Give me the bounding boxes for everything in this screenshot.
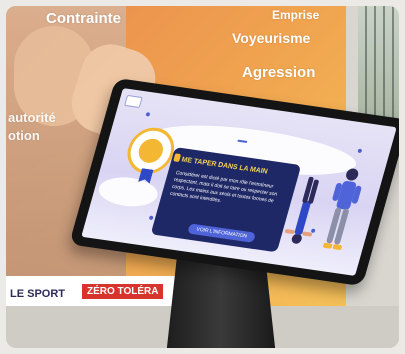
poster-tolerance-banner: ZÉRO TOLÉRA — [82, 284, 164, 299]
poster-word-4: Agression — [242, 64, 316, 81]
hand-icon — [173, 153, 182, 163]
poster-word-3: Voyeurisme — [232, 30, 311, 46]
panel-body-text: Considérer est dicté par mon rôle l'entr… — [169, 169, 278, 205]
poster-word-1: Contrainte — [46, 10, 121, 27]
poster-word-6: otion — [8, 128, 40, 143]
app-logo — [124, 94, 143, 109]
decor-dot — [148, 215, 154, 221]
kiosk-screen: ME TAPER DANS LA MAIN Considérer est dic… — [81, 88, 397, 276]
poster-word-2: Emprise — [272, 8, 320, 22]
decor-dot — [357, 148, 363, 154]
screen-cloud — [95, 173, 162, 210]
poster-sport-text: LE SPORT — [10, 288, 66, 300]
more-info-button[interactable]: VOIR L'INFORMATION — [187, 223, 256, 243]
info-panel: ME TAPER DANS LA MAIN Considérer est dic… — [150, 147, 302, 253]
poster-word-5: autorité — [8, 110, 56, 125]
medal-center — [135, 137, 166, 165]
decor-dot — [145, 112, 151, 117]
photo-frame: Contrainte Emprise Voyeurisme Agression … — [6, 6, 399, 348]
